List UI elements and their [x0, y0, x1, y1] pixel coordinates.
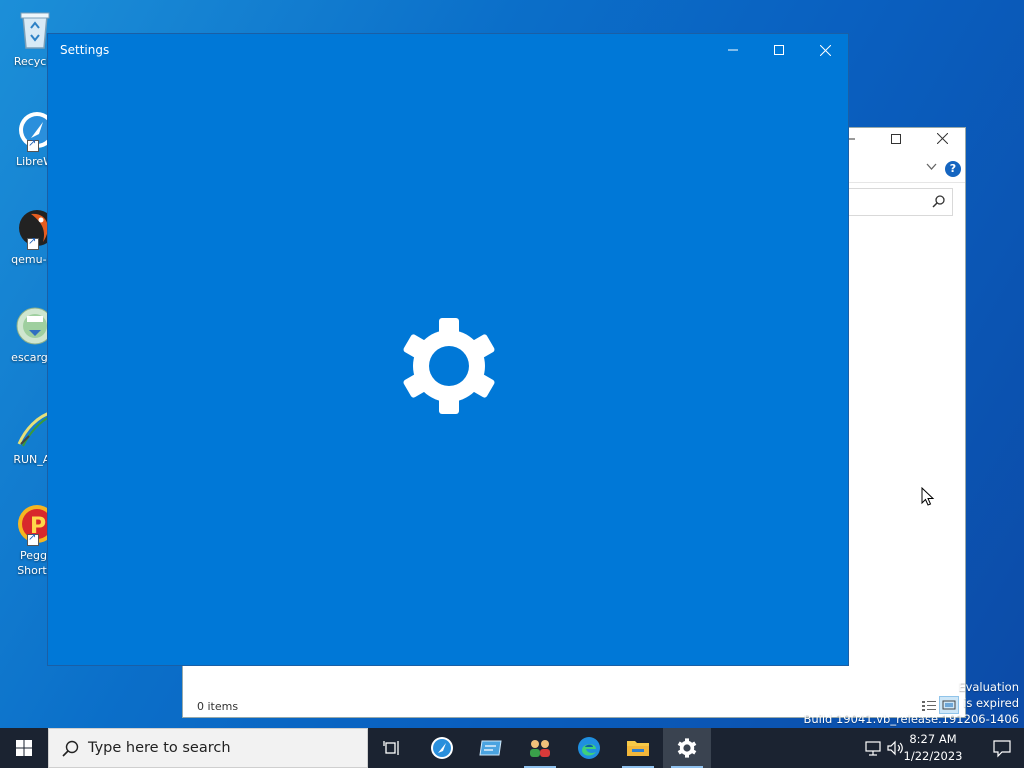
- people-icon: [530, 740, 550, 757]
- explorer-maximize-button[interactable]: [873, 132, 919, 148]
- shortcut-arrow-icon: [27, 138, 39, 152]
- taskbar-file-explorer[interactable]: [614, 728, 662, 768]
- task-view-button[interactable]: [368, 728, 416, 768]
- taskbar-search-box[interactable]: Type here to search: [48, 728, 368, 768]
- settings-gear-icon: [403, 318, 495, 414]
- start-button[interactable]: [0, 728, 48, 768]
- search-icon: [62, 740, 79, 757]
- settings-window[interactable]: Settings: [47, 33, 849, 666]
- help-icon[interactable]: ?: [945, 161, 961, 177]
- taskbar-edge[interactable]: [565, 728, 613, 768]
- app-window-icon: [479, 740, 502, 756]
- librewolf-icon: [431, 737, 453, 759]
- clock-date: 1/22/2023: [903, 749, 963, 763]
- taskbar-app-blue-circle[interactable]: [418, 728, 466, 768]
- window-title: Settings: [60, 43, 110, 57]
- edge-icon: [578, 737, 600, 759]
- shortcut-arrow-icon: [27, 532, 39, 546]
- folder-icon: [627, 741, 649, 756]
- maximize-button[interactable]: [756, 34, 802, 66]
- notification-center-icon[interactable]: [992, 738, 1012, 758]
- shortcut-arrow-icon: [27, 236, 39, 250]
- ribbon-expand-chevron-icon[interactable]: [926, 161, 937, 174]
- mouse-cursor-icon: [921, 487, 935, 506]
- clock-time: 8:27 AM: [909, 732, 957, 746]
- search-icon: [932, 195, 945, 208]
- evaluation-watermark: Evaluation is expired Build 19041.vb_rel…: [803, 679, 1019, 727]
- system-clock[interactable]: 8:27 AM 1/22/2023: [900, 731, 966, 765]
- explorer-close-button[interactable]: [919, 132, 965, 148]
- watermark-build-line: Build 19041.vb_release.191206-1406: [803, 712, 1019, 726]
- settings-gear-icon: [677, 738, 697, 758]
- windows-logo-icon: [16, 740, 32, 756]
- search-placeholder: Type here to search: [88, 740, 231, 756]
- close-button[interactable]: [802, 34, 848, 66]
- minimize-button[interactable]: [710, 34, 756, 66]
- network-icon[interactable]: [864, 739, 882, 757]
- taskbar-settings[interactable]: [663, 728, 711, 768]
- status-bar-item-count: 0 items: [197, 700, 239, 713]
- taskbar-app-window[interactable]: [467, 728, 515, 768]
- taskbar-people-app[interactable]: [516, 728, 564, 768]
- taskbar: Type here to search 8:27 AM 1/22/2023: [0, 728, 1024, 768]
- watermark-line: Evaluation: [958, 680, 1019, 694]
- task-view-icon: [383, 741, 399, 755]
- watermark-line: is expired: [963, 696, 1019, 710]
